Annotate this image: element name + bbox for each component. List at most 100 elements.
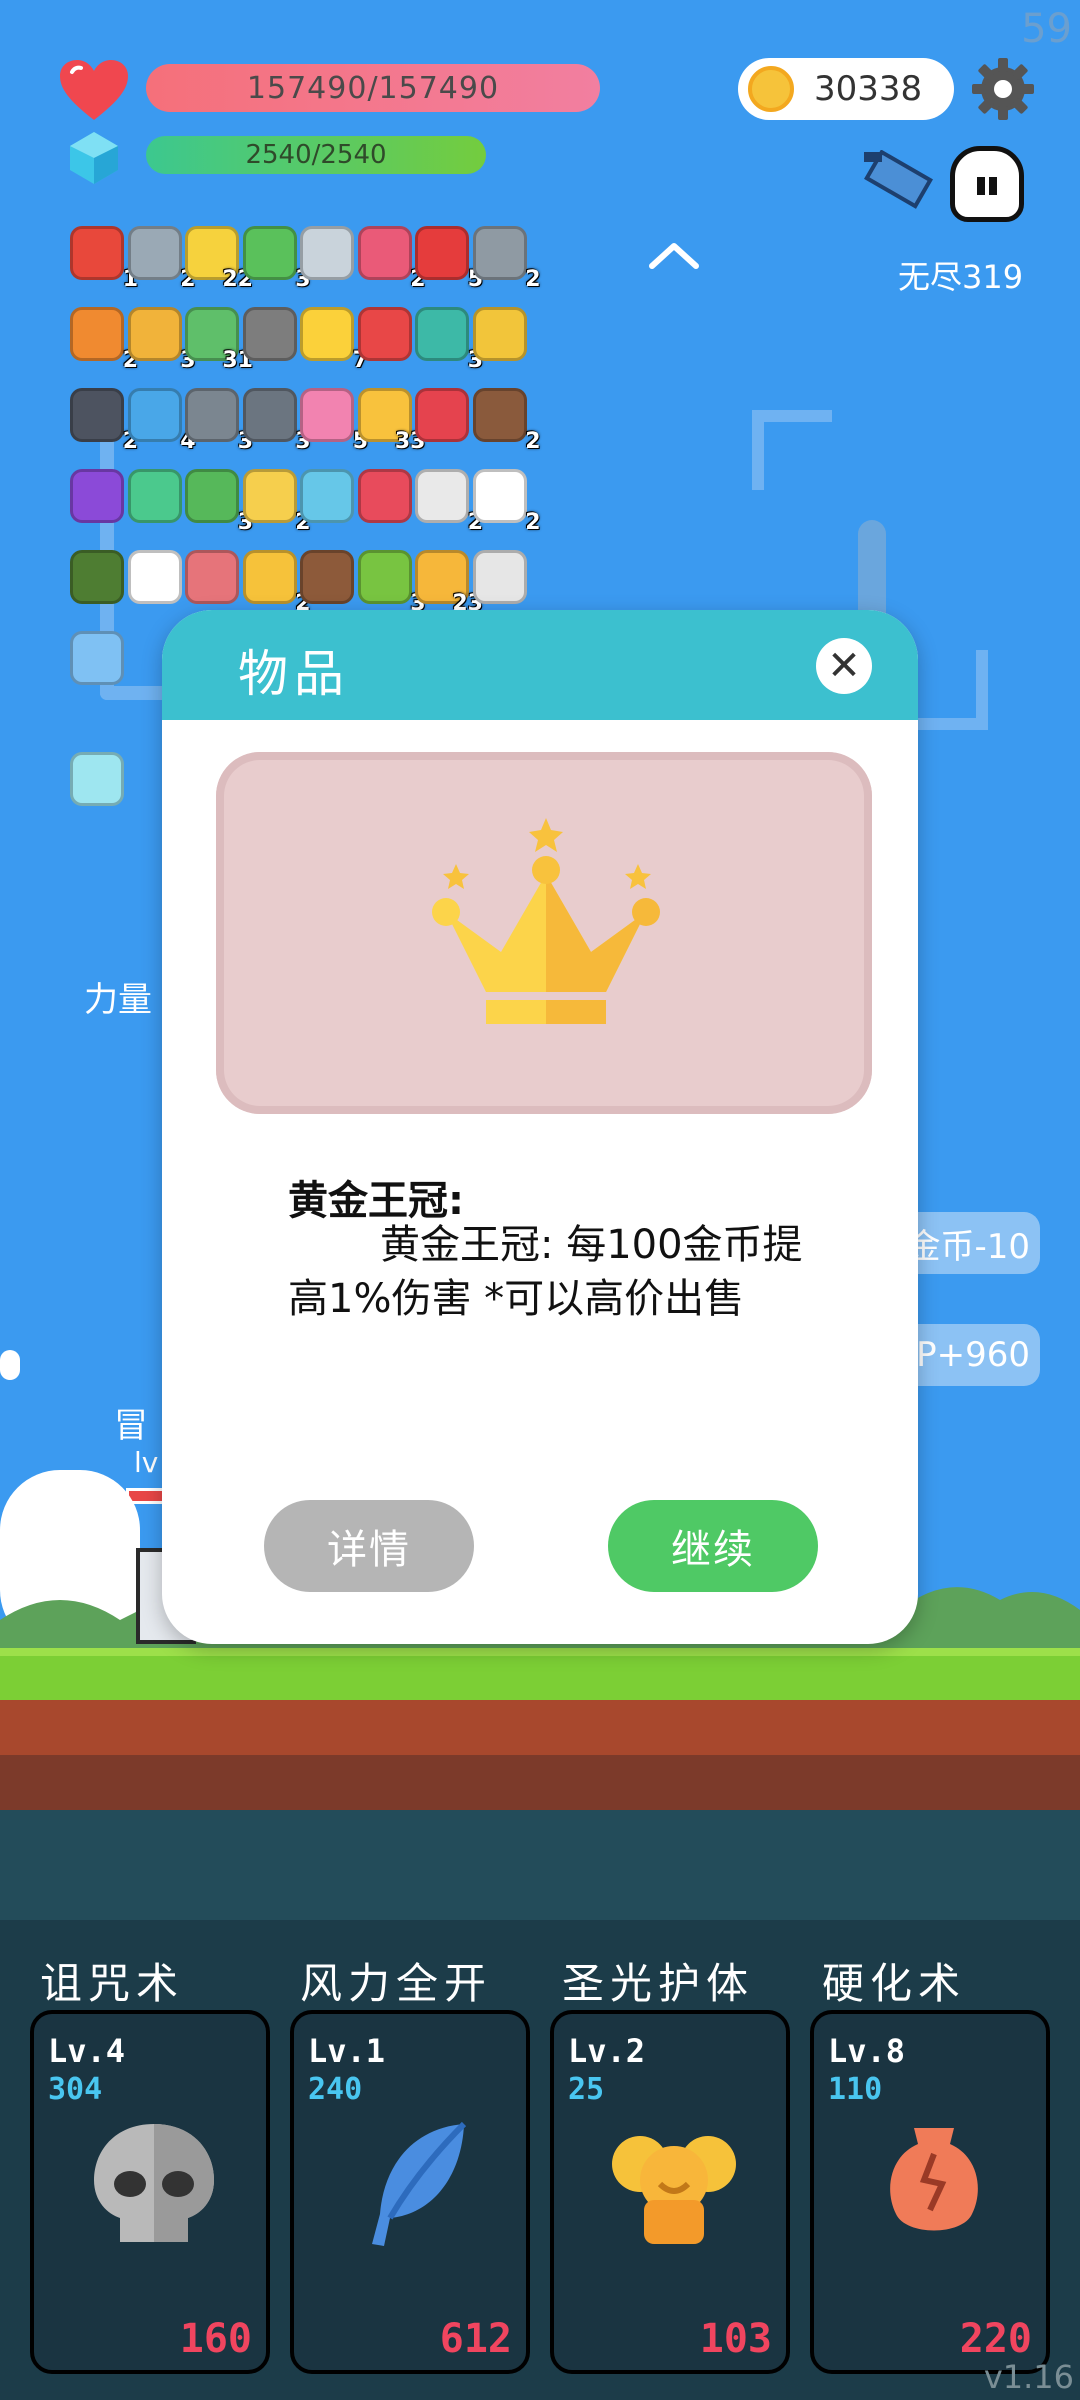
skill-level: Lv.1 bbox=[308, 2032, 386, 2070]
endless-mode-label: 无尽319 bbox=[898, 258, 1024, 296]
torch-icon[interactable]: 2 bbox=[66, 303, 138, 373]
battle-axe-icon-shape bbox=[472, 226, 527, 280]
vase-icon bbox=[890, 2128, 978, 2231]
flag-cake-icon[interactable] bbox=[296, 546, 358, 608]
glow-gem-icon-shape bbox=[70, 752, 124, 806]
bat-icon[interactable]: 2 bbox=[66, 384, 138, 454]
skill-value: 110 bbox=[828, 2072, 883, 2107]
ice-orb-icon-shape bbox=[300, 469, 354, 523]
pill-icon[interactable] bbox=[354, 465, 416, 527]
skill-cost: 612 bbox=[439, 2316, 512, 2362]
skill-card[interactable]: Lv.4 304 160 bbox=[30, 2010, 270, 2374]
sun-shield-icon bbox=[612, 2136, 736, 2244]
purple-box-icon[interactable] bbox=[66, 465, 128, 527]
watermelon-icon-shape bbox=[415, 388, 469, 442]
sunflower-icon[interactable]: 2 bbox=[239, 546, 311, 616]
continue-button[interactable]: 继续 bbox=[608, 1500, 818, 1592]
mushroom-icon[interactable]: 5 bbox=[411, 222, 483, 292]
feather-icon bbox=[372, 2121, 467, 2246]
compass-icon[interactable]: 3 bbox=[181, 384, 253, 454]
settings-gear-icon[interactable] bbox=[970, 56, 1036, 122]
item-count: 2 bbox=[525, 510, 541, 535]
apple-icon-shape bbox=[357, 307, 412, 361]
glow-gem-icon[interactable] bbox=[66, 748, 128, 810]
adventurer-level-label: lv bbox=[134, 1446, 159, 1479]
ghost-avatar-icon[interactable] bbox=[950, 146, 1024, 222]
apple-icon[interactable] bbox=[354, 303, 416, 365]
tablet-icon-shape bbox=[242, 226, 297, 280]
adventurer-label: 冒 bbox=[114, 1406, 148, 1446]
star-card-icon[interactable]: 4 bbox=[124, 384, 196, 454]
sword-icon[interactable]: 2 bbox=[124, 222, 196, 292]
disc-icon[interactable]: 3 bbox=[411, 303, 483, 373]
dice-icon[interactable] bbox=[469, 546, 531, 608]
item-description: 黄金王冠: 每100金币提高1%伤害 *可以高价出售 bbox=[288, 1222, 803, 1322]
coconut-icon[interactable]: 2 bbox=[469, 384, 541, 454]
coin-stack-icon[interactable]: 23 bbox=[411, 546, 483, 616]
compass-icon-shape bbox=[185, 388, 239, 442]
note-pencil-icon-shape bbox=[242, 469, 297, 523]
background-bracket bbox=[752, 410, 832, 490]
ice-cream-icon[interactable]: 5 bbox=[296, 384, 368, 454]
skill-cost: 103 bbox=[699, 2316, 772, 2362]
skill-cost: 160 bbox=[179, 2316, 252, 2362]
crown-icon[interactable]: 33 bbox=[354, 384, 426, 454]
tablet-icon[interactable]: 3 bbox=[239, 222, 311, 292]
money-heart-icon[interactable]: 31 bbox=[181, 303, 253, 373]
version-label: v1.16 bbox=[983, 2358, 1074, 2396]
lightbulb-icon[interactable]: 22 bbox=[181, 222, 253, 292]
item-image-frame bbox=[216, 752, 872, 1114]
cloud bbox=[0, 1350, 20, 1380]
speech-bubble-icon[interactable]: 2 bbox=[469, 465, 541, 535]
grass-ground bbox=[0, 1648, 1080, 1700]
skill-card[interactable]: Lv.8 110 220 bbox=[810, 2010, 1050, 2374]
ring-icon-shape bbox=[472, 307, 527, 361]
skill-value: 25 bbox=[568, 2072, 605, 2107]
item-count: 2 bbox=[525, 267, 541, 292]
battle-axe-icon[interactable]: 2 bbox=[469, 222, 541, 292]
sword-icon-shape bbox=[127, 226, 182, 280]
close-button[interactable]: ✕ bbox=[816, 638, 872, 694]
jam-jar-icon[interactable]: 2 bbox=[354, 222, 426, 292]
helmet-icon[interactable] bbox=[239, 303, 301, 365]
spiked-ball-icon[interactable]: 3 bbox=[239, 384, 311, 454]
lime-icon[interactable]: 3 bbox=[354, 546, 426, 616]
ring-icon[interactable] bbox=[469, 303, 531, 365]
fried-egg-icon-shape bbox=[300, 307, 354, 361]
grenade-icon[interactable] bbox=[66, 546, 128, 608]
meat-icon[interactable] bbox=[181, 546, 243, 608]
cap-icon[interactable] bbox=[124, 546, 186, 608]
scroll-icon[interactable]: 3 bbox=[124, 303, 196, 373]
weapon-pixel-icon[interactable] bbox=[862, 150, 938, 216]
fried-egg-icon[interactable]: 7 bbox=[296, 303, 368, 373]
green-bust-icon[interactable] bbox=[124, 465, 186, 527]
dialog-title: 物品 bbox=[238, 645, 350, 703]
skill-level: Lv.8 bbox=[828, 2032, 906, 2070]
sock-icon-shape bbox=[70, 226, 124, 280]
spiked-ball-icon-shape bbox=[242, 388, 297, 442]
note-pencil-icon[interactable]: 2 bbox=[239, 465, 311, 535]
hp-bar: 157490/157490 bbox=[146, 64, 600, 112]
coconut-icon-shape bbox=[472, 388, 527, 442]
details-button[interactable]: 详情 bbox=[264, 1500, 474, 1592]
blade-icon[interactable] bbox=[296, 222, 358, 284]
chevron-up-icon[interactable] bbox=[648, 240, 700, 270]
jam-jar-icon-shape bbox=[357, 226, 412, 280]
watermelon-icon[interactable] bbox=[411, 384, 473, 446]
dice-icon-shape bbox=[472, 550, 527, 604]
skill-name: 诅咒术 bbox=[40, 1959, 185, 2008]
bat-icon-shape bbox=[70, 388, 124, 442]
angel-wings-icon-shape bbox=[70, 631, 124, 685]
skill-card[interactable]: Lv.2 25 103 bbox=[550, 2010, 790, 2374]
skill-name: 风力全开 bbox=[300, 1959, 493, 2008]
ice-orb-icon[interactable] bbox=[296, 465, 358, 527]
green-monster-icon[interactable]: 3 bbox=[181, 465, 253, 535]
speech-bubble-icon-shape bbox=[472, 469, 527, 523]
sock-icon[interactable]: 1 bbox=[66, 222, 138, 292]
angel-wings-icon[interactable] bbox=[66, 627, 128, 689]
skill-name: 圣光护体 bbox=[562, 1959, 755, 2008]
star-card-icon-shape bbox=[127, 388, 182, 442]
playing-card-icon-shape bbox=[415, 469, 469, 523]
playing-card-icon[interactable]: 2 bbox=[411, 465, 483, 535]
skill-card[interactable]: Lv.1 240 612 bbox=[290, 2010, 530, 2374]
